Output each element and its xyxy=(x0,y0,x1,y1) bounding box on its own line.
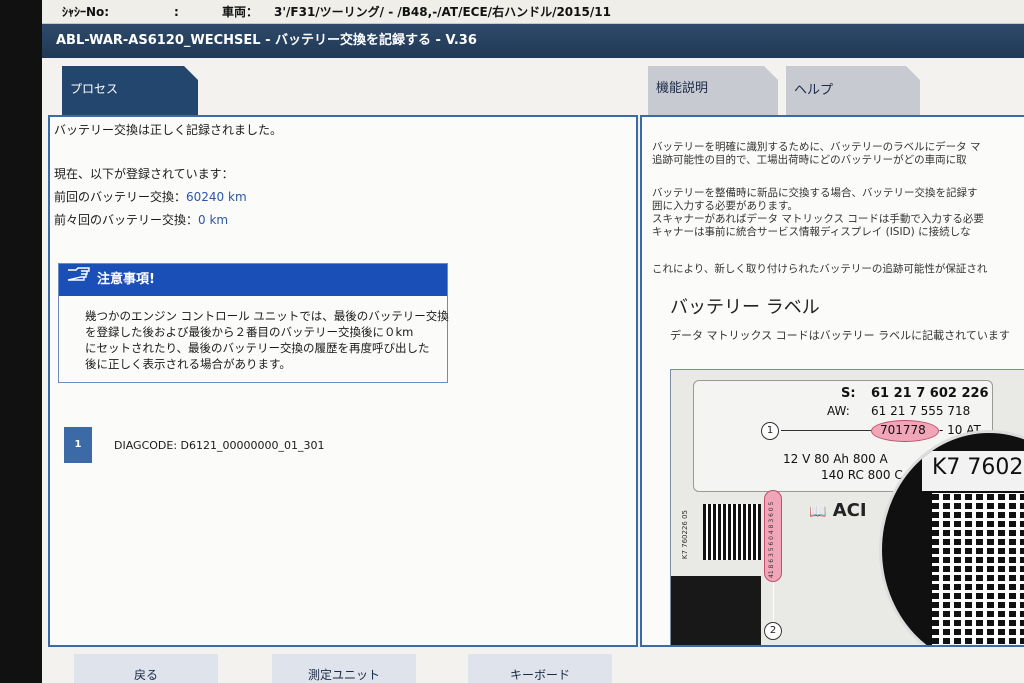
description-line: バッテリーを整備時に新品に交換する場合、バッテリー交換を記録す xyxy=(652,187,978,199)
keyboard-button[interactable]: キーボード xyxy=(468,654,612,683)
magnified-data-matrix xyxy=(932,493,1024,645)
notice-line: 幾つかのエンジン コントロール ユニットでは、最後のバッテリー交換 xyxy=(85,309,449,323)
battery-label-image: S: 61 21 7 602 226 AW: 61 21 7 555 718 1… xyxy=(670,369,1024,645)
vehicle-info-bar: ｼｬｼｰNo: : 車両： 3'/F31/ツーリング/ - /B48,-/AT/… xyxy=(42,0,1024,24)
book-icon: 📖 xyxy=(809,504,827,520)
notice-line: を登録した後および最後から２番目のバッテリー交換後に０km xyxy=(85,325,414,339)
registered-heading: 現在、以下が登録されています： xyxy=(54,167,234,181)
notice-line: 後に正しく表示される場合があります。 xyxy=(85,357,291,371)
tab-function-description-label: 機能説明 xyxy=(656,81,709,96)
previous-battery-change: 前々回のバッテリー交換：0 km xyxy=(54,211,228,228)
description-line: キャナーは事前に統合サービス情報ディスプレイ (ISID) に接続しな xyxy=(652,226,971,238)
callout-line xyxy=(781,430,871,431)
callout-line xyxy=(773,582,774,626)
last-battery-change-value: 60240 km xyxy=(186,190,247,204)
notice-box: 注意事項! 幾つかのエンジン コントロール ユニットでは、最後のバッテリー交換 … xyxy=(58,263,449,383)
description-line: スキャナーがあればデータ マトリックス コードは手動で入力する必要 xyxy=(652,213,984,225)
diagcode-text: DIAGCODE: D6121_00000000_01_301 xyxy=(114,439,325,452)
diagcode-index-badge: 1 xyxy=(64,427,92,463)
pointing-hand-icon xyxy=(67,264,97,296)
chassis-number-separator: : xyxy=(174,5,179,19)
label-aw-value: 61 21 7 555 718 xyxy=(871,404,971,418)
tab-process[interactable]: プロセス xyxy=(62,66,198,116)
label-s-key: S: xyxy=(841,386,856,401)
vertical-code: 41 8 6 3 5 6 0 4 8 3 6 0 5 xyxy=(768,501,775,578)
description-line: 追跡可能性の目的で、工場出荷時にどのバッテリーがどの車両に取 xyxy=(652,154,967,166)
spec-line-1: 12 V 80 Ah 800 A xyxy=(783,452,888,466)
window-title-bar: ABL-WAR-AS6120_WECHSEL - バッテリー交換を記録する - … xyxy=(42,24,1024,58)
description-line: バッテリーを明確に識別するために、バッテリーのラベルにデータ マ xyxy=(652,141,981,153)
back-button[interactable]: 戻る xyxy=(74,654,218,683)
notice-line: にセットされたり、最後のバッテリー交換の履歴を再度呼び出した xyxy=(85,341,430,355)
battery-label-heading: バッテリー ラベル xyxy=(670,297,820,318)
tab-function-description[interactable]: 機能説明 xyxy=(648,66,778,116)
notice-title: 注意事項! xyxy=(97,272,155,287)
callout-1: 1 xyxy=(761,422,779,440)
notice-header: 注意事項! xyxy=(59,264,447,296)
chassis-number-label: ｼｬｼｰNo: xyxy=(62,5,110,19)
vehicle-value: 3'/F31/ツーリング/ - /B48,-/AT/ECE/右ハンドル/2015… xyxy=(274,5,611,19)
last-battery-change-label: 前回のバッテリー交換： xyxy=(54,190,187,204)
notice-body: 幾つかのエンジン コントロール ユニットでは、最後のバッテリー交換 を登録した後… xyxy=(85,308,449,372)
magnified-text: K7 7602 xyxy=(932,455,1024,480)
screen: ｼｬｼｰNo: : 車両： 3'/F31/ツーリング/ - /B48,-/AT/… xyxy=(42,0,1024,683)
label-s-value: 61 21 7 602 226 xyxy=(871,386,989,401)
success-message: バッテリー交換は正しく記録されました。 xyxy=(54,123,283,137)
description-line: これにより、新しく取り付けられたバッテリーの追跡可能性が保証され xyxy=(652,263,988,275)
tab-help-label: ヘルプ xyxy=(794,83,834,98)
tab-help[interactable]: ヘルプ xyxy=(786,66,920,116)
description-line: 囲に入力する必要があります。 xyxy=(652,200,798,212)
window-title: ABL-WAR-AS6120_WECHSEL - バッテリー交換を記録する - … xyxy=(56,33,477,48)
callout-2: 2 xyxy=(764,622,782,640)
spec-line-2: 140 RC 800 C xyxy=(821,468,903,482)
label-side-code: K7 760226 05 xyxy=(681,510,689,560)
function-description-panel: バッテリーを明確に識別するために、バッテリーのラベルにデータ マ 追跡可能性の目… xyxy=(640,115,1024,647)
previous-battery-change-label: 前々回のバッテリー交換： xyxy=(54,213,199,227)
label-brand: 📖 ACI xyxy=(809,500,867,521)
label-aw-key: AW: xyxy=(827,404,850,418)
label-brand-text: ACI xyxy=(832,500,867,521)
vehicle-label: 車両： xyxy=(222,5,259,19)
highlight-code: 701778 xyxy=(880,423,926,437)
data-matrix-code xyxy=(703,504,761,560)
tab-process-label: プロセス xyxy=(70,82,119,96)
last-battery-change: 前回のバッテリー交換：60240 km xyxy=(54,188,247,205)
previous-battery-change-value: 0 km xyxy=(198,213,229,227)
battery-label-caption: データ マトリックス コードはバッテリー ラベルに記載されています xyxy=(670,329,1010,342)
battery-body xyxy=(671,576,761,645)
process-panel: バッテリー交換は正しく記録されました。 現在、以下が登録されています： 前回のバ… xyxy=(48,115,638,647)
measure-unit-button[interactable]: 測定ユニット xyxy=(272,654,416,683)
